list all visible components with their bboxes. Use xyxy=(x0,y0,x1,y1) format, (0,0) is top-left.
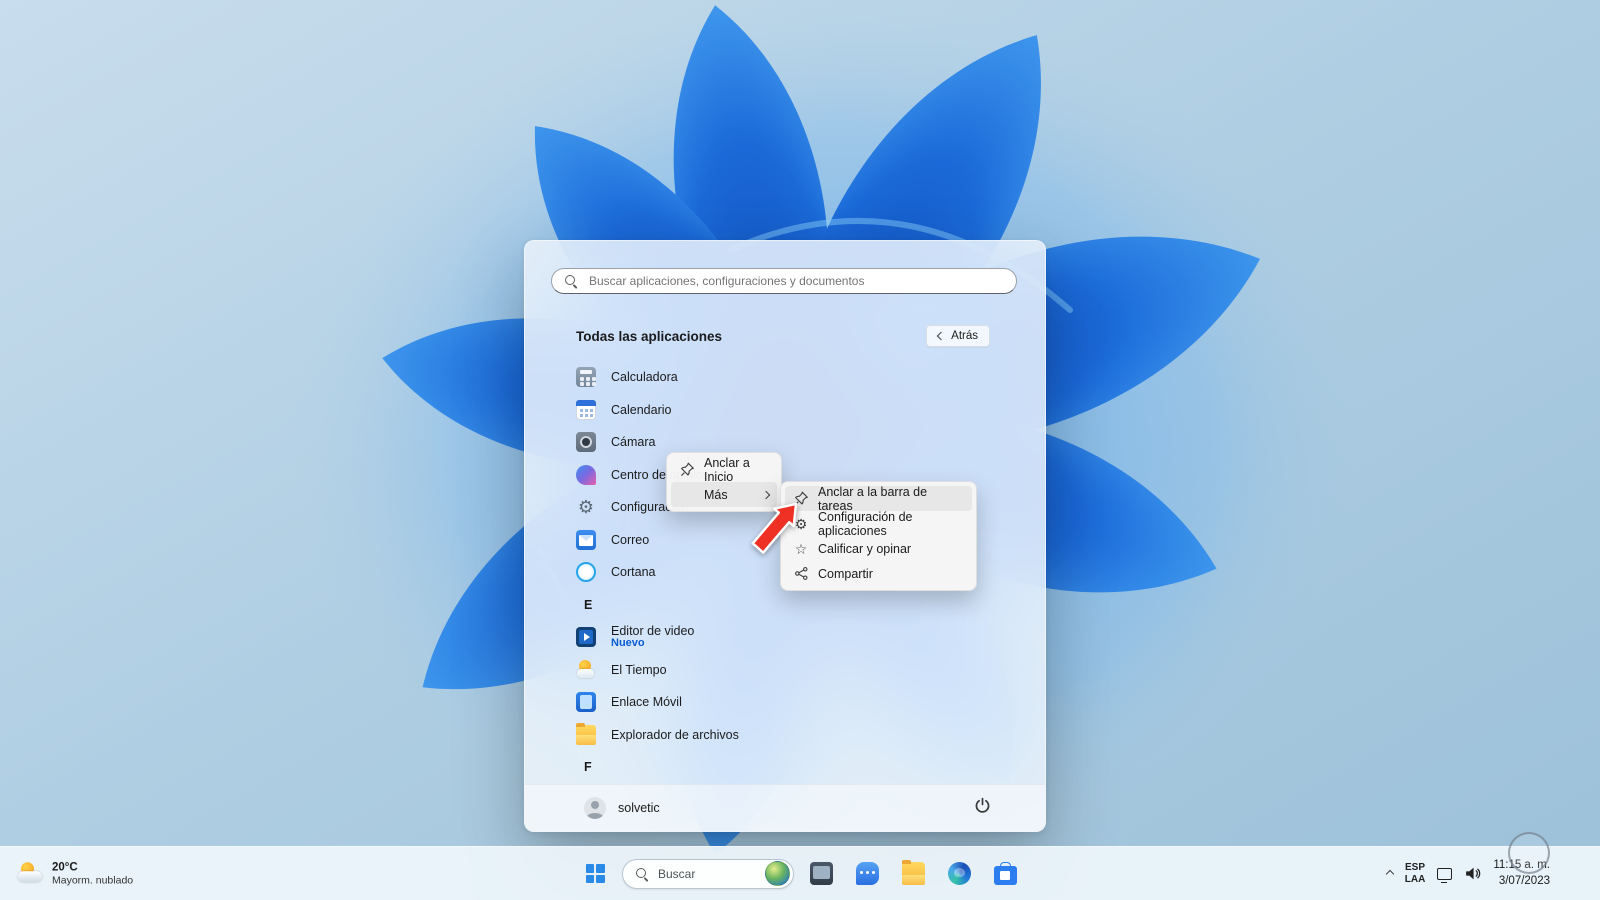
microsoft-store-icon xyxy=(993,861,1017,885)
video-editor-icon xyxy=(576,627,596,648)
submenu-item-compartir[interactable]: Compartir xyxy=(785,561,972,586)
feedback-hub-icon xyxy=(576,464,596,485)
settings-gear-icon: ⚙ xyxy=(577,496,595,517)
file-explorer-icon xyxy=(576,722,596,745)
volume-icon[interactable] xyxy=(1464,865,1481,882)
weather-condition: Mayorm. nublado xyxy=(52,874,134,887)
taskbar-search-box[interactable]: Buscar xyxy=(622,858,794,889)
app-item-calculadora[interactable]: Calculadora xyxy=(576,361,1005,394)
submenu-item-anclar-barra-tareas[interactable]: Anclar a la barra de tareas xyxy=(785,484,972,513)
submenu-item-calificar-y-opinar[interactable]: ☆ Calificar y opinar xyxy=(785,536,972,561)
section-letter-f[interactable]: F xyxy=(576,751,1005,784)
phone-link-icon xyxy=(576,692,596,713)
language-indicator[interactable]: ESP LAA xyxy=(1405,862,1426,886)
weather-temperature: 20°C xyxy=(52,860,78,873)
start-search-input[interactable] xyxy=(587,273,1004,289)
menu-item-label: Configuración de aplicaciones xyxy=(818,509,913,538)
app-item-explorador-de-archivos[interactable]: Explorador de archivos xyxy=(576,719,1005,752)
taskbar-app-chat[interactable] xyxy=(848,854,886,894)
back-button-label: Atrás xyxy=(951,330,978,342)
app-label: Calculadora xyxy=(611,370,678,385)
app-item-el-tiempo[interactable]: El Tiempo xyxy=(576,654,1005,687)
taskbar-app-store[interactable] xyxy=(986,854,1024,894)
menu-item-label: Anclar a la barra de tareas xyxy=(818,484,928,513)
user-name[interactable]: solvetic xyxy=(618,801,660,815)
search-highlight-image[interactable] xyxy=(765,861,790,886)
weather-cloud-icon xyxy=(18,862,44,885)
taskbar-app-edge[interactable] xyxy=(940,854,978,894)
language-code: ESP xyxy=(1405,861,1426,873)
app-item-camara[interactable]: Cámara xyxy=(576,426,1005,459)
all-apps-header: Todas las aplicaciones Atrás xyxy=(576,325,990,347)
camera-icon xyxy=(576,432,596,453)
app-label: Cortana xyxy=(611,565,656,580)
all-apps-title: Todas las aplicaciones xyxy=(576,328,723,344)
network-display-icon[interactable] xyxy=(1437,867,1453,884)
search-icon xyxy=(635,867,649,881)
start-menu-user-bar: solvetic xyxy=(525,784,1045,831)
calculator-icon xyxy=(576,367,596,388)
app-item-enlace-movil[interactable]: Enlace Móvil xyxy=(576,686,1005,719)
taskbar-app-dark-window[interactable] xyxy=(802,854,840,894)
clock-date: 3/07/2023 xyxy=(1498,874,1550,887)
taskbar-center: Buscar xyxy=(576,847,1024,900)
cursor-highlight-ring xyxy=(1508,832,1550,874)
menu-item-label: Anclar a Inicio xyxy=(704,455,750,484)
chevron-left-icon xyxy=(936,331,946,341)
start-search-box[interactable] xyxy=(551,268,1017,294)
red-annotation-arrow xyxy=(751,502,798,554)
menu-item-label: Compartir xyxy=(818,566,873,581)
power-icon xyxy=(975,797,990,813)
section-letter-label: E xyxy=(584,597,593,612)
keyboard-layout-code: LAA xyxy=(1404,873,1426,885)
app-label: Enlace Móvil xyxy=(611,695,682,710)
submenu-item-configuracion-aplicaciones[interactable]: ⚙ Configuración de aplicaciones xyxy=(785,509,972,538)
mail-icon xyxy=(576,529,596,550)
weather-widget[interactable]: 20°C Mayorm. nublado xyxy=(10,856,141,892)
start-button[interactable] xyxy=(576,854,614,894)
app-label: Explorador de archivos xyxy=(611,727,739,742)
taskbar-app-file-explorer[interactable] xyxy=(894,854,932,894)
desktop: Todas las aplicaciones Atrás Calculadora… xyxy=(0,0,1600,900)
tray-overflow-chevron-icon[interactable] xyxy=(1385,869,1394,878)
taskbar-search-label: Buscar xyxy=(658,866,696,881)
weather-app-icon xyxy=(576,659,596,680)
search-icon xyxy=(564,274,578,288)
share-icon xyxy=(793,566,809,582)
power-button[interactable] xyxy=(968,791,997,825)
windows-logo-icon xyxy=(585,864,605,883)
section-letter-label: F xyxy=(584,760,592,775)
app-label: Correo xyxy=(611,532,650,547)
cortana-icon xyxy=(576,562,596,583)
menu-item-anclar-a-inicio[interactable]: Anclar a Inicio xyxy=(671,455,777,484)
section-letter-e[interactable]: E xyxy=(576,589,1005,622)
chat-icon xyxy=(855,862,879,885)
dark-window-icon xyxy=(809,862,833,885)
user-avatar[interactable] xyxy=(584,797,606,819)
taskbar: 20°C Mayorm. nublado Buscar ESP LAA 11:1… xyxy=(0,846,1600,900)
new-badge: Nuevo xyxy=(611,637,645,650)
app-label: Cámara xyxy=(611,435,656,450)
app-label: El Tiempo xyxy=(611,662,667,677)
back-button[interactable]: Atrás xyxy=(926,325,990,347)
app-item-editor-de-video[interactable]: Editor de video Nuevo xyxy=(576,621,1005,654)
calendar-icon xyxy=(576,399,596,420)
menu-item-label: Calificar y opinar xyxy=(818,541,912,556)
folder-icon xyxy=(901,860,925,885)
edge-browser-icon xyxy=(947,862,971,885)
app-label: Calendario xyxy=(611,402,672,417)
app-item-calendario[interactable]: Calendario xyxy=(576,394,1005,427)
pin-icon xyxy=(679,462,695,478)
context-submenu: Anclar a la barra de tareas ⚙ Configurac… xyxy=(780,481,977,591)
